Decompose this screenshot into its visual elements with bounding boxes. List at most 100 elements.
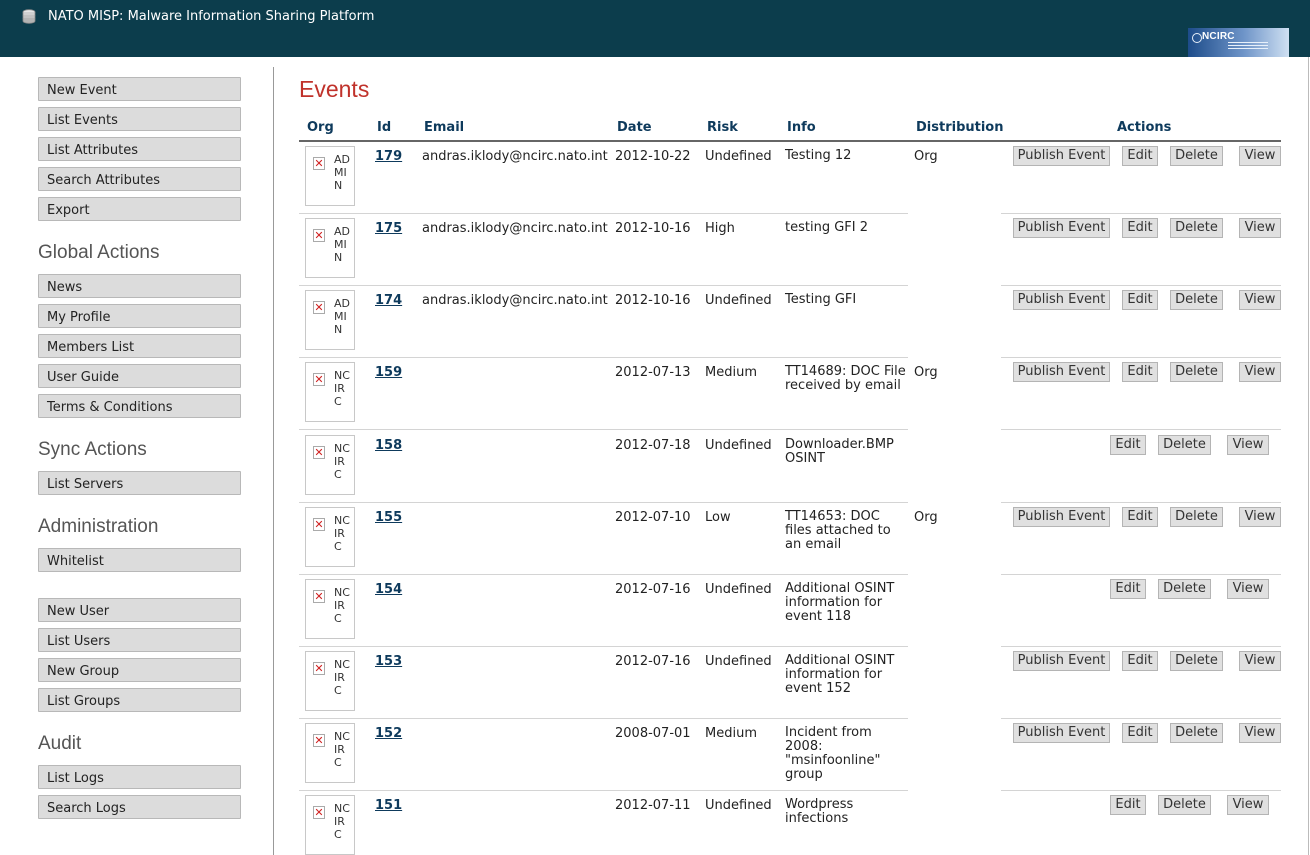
view-button[interactable]: View	[1239, 723, 1281, 743]
sidebar-item-search-attributes[interactable]: Search Attributes	[38, 167, 241, 191]
column-header-distribution[interactable]: Distribution	[916, 120, 1003, 135]
event-date: 2012-10-22	[615, 149, 691, 164]
event-id-link[interactable]: 179	[375, 149, 402, 164]
delete-button[interactable]: Delete	[1170, 290, 1223, 310]
event-risk: Medium	[705, 365, 757, 380]
org-logo: ✕ NCIRC	[305, 507, 355, 567]
publish-event-button[interactable]: Publish Event	[1013, 507, 1110, 527]
event-id-link[interactable]: 175	[375, 221, 402, 236]
event-id-link[interactable]: 153	[375, 654, 402, 669]
event-id-link[interactable]: 155	[375, 510, 402, 525]
view-button[interactable]: View	[1227, 435, 1269, 455]
column-header-risk[interactable]: Risk	[707, 120, 738, 135]
column-header-date[interactable]: Date	[617, 120, 652, 135]
delete-button[interactable]: Delete	[1158, 435, 1211, 455]
edit-button[interactable]: Edit	[1122, 507, 1158, 527]
edit-button[interactable]: Edit	[1110, 579, 1146, 599]
publish-event-button[interactable]: Publish Event	[1013, 723, 1110, 743]
org-name: ADMIN	[334, 297, 350, 336]
sidebar-item-new-user[interactable]: New User	[38, 598, 241, 622]
event-date: 2012-07-10	[615, 510, 691, 525]
event-id-link[interactable]: 152	[375, 726, 402, 741]
publish-event-button[interactable]: Publish Event	[1013, 218, 1110, 238]
sidebar-item-list-users[interactable]: List Users	[38, 628, 241, 652]
event-id-link[interactable]: 154	[375, 582, 402, 597]
delete-button[interactable]: Delete	[1158, 795, 1211, 815]
event-risk: Undefined	[705, 438, 772, 453]
sidebar-item-members-list[interactable]: Members List	[38, 334, 241, 358]
event-date: 2012-07-13	[615, 365, 691, 380]
event-id-link[interactable]: 174	[375, 293, 402, 308]
edit-button[interactable]: Edit	[1122, 723, 1158, 743]
delete-button[interactable]: Delete	[1170, 362, 1223, 382]
edit-button[interactable]: Edit	[1122, 290, 1158, 310]
table-row-separator	[299, 213, 908, 214]
table-row-separator	[1001, 790, 1281, 791]
delete-button[interactable]: Delete	[1170, 218, 1223, 238]
event-info: Testing GFI	[785, 292, 857, 307]
sidebar-item-list-groups[interactable]: List Groups	[38, 688, 241, 712]
view-button[interactable]: View	[1239, 651, 1281, 671]
delete-button[interactable]: Delete	[1158, 579, 1211, 599]
sidebar-item-whitelist[interactable]: Whitelist	[38, 548, 241, 572]
column-header-info[interactable]: Info	[787, 120, 816, 135]
table-row-separator	[299, 285, 908, 286]
table-row-separator	[299, 574, 908, 575]
column-header-email[interactable]: Email	[424, 120, 464, 135]
sidebar-item-list-attributes[interactable]: List Attributes	[38, 137, 241, 161]
view-button[interactable]: View	[1239, 290, 1281, 310]
app-title: NATO MISP: Malware Information Sharing P…	[48, 9, 375, 24]
sidebar-heading-audit: Audit	[38, 733, 82, 754]
edit-button[interactable]: Edit	[1122, 218, 1158, 238]
delete-button[interactable]: Delete	[1170, 507, 1223, 527]
view-button[interactable]: View	[1227, 579, 1269, 599]
sidebar-item-user-guide[interactable]: User Guide	[38, 364, 241, 388]
broken-image-icon: ✕	[313, 229, 325, 242]
view-button[interactable]: View	[1227, 795, 1269, 815]
event-id-link[interactable]: 151	[375, 798, 402, 813]
org-name: NCIRC	[334, 369, 350, 408]
publish-event-button[interactable]: Publish Event	[1013, 362, 1110, 382]
sidebar-item-news[interactable]: News	[38, 274, 241, 298]
sidebar-item-search-logs[interactable]: Search Logs	[38, 795, 241, 819]
publish-event-button[interactable]: Publish Event	[1013, 290, 1110, 310]
org-logo: ✕ NCIRC	[305, 651, 355, 711]
delete-button[interactable]: Delete	[1170, 146, 1223, 166]
edit-button[interactable]: Edit	[1122, 362, 1158, 382]
edit-button[interactable]: Edit	[1122, 146, 1158, 166]
event-id-link[interactable]: 158	[375, 438, 402, 453]
view-button[interactable]: View	[1239, 507, 1281, 527]
broken-image-icon: ✕	[313, 662, 325, 675]
org-name: NCIRC	[334, 586, 350, 625]
event-info: Downloader.BMP OSINT	[785, 437, 894, 466]
broken-image-icon: ✕	[313, 157, 325, 170]
edit-button[interactable]: Edit	[1110, 435, 1146, 455]
publish-event-button[interactable]: Publish Event	[1013, 651, 1110, 671]
delete-button[interactable]: Delete	[1170, 723, 1223, 743]
publish-event-button[interactable]: Publish Event	[1013, 146, 1110, 166]
view-button[interactable]: View	[1239, 146, 1281, 166]
table-row-separator	[1001, 285, 1281, 286]
edit-button[interactable]: Edit	[1110, 795, 1146, 815]
sidebar-item-list-servers[interactable]: List Servers	[38, 471, 241, 495]
column-header-id[interactable]: Id	[377, 120, 391, 135]
event-date: 2008-07-01	[615, 726, 691, 741]
column-header-actions: Actions	[1117, 120, 1172, 135]
event-id-link[interactable]: 159	[375, 365, 402, 380]
view-button[interactable]: View	[1239, 218, 1281, 238]
sidebar-item-list-logs[interactable]: List Logs	[38, 765, 241, 789]
sidebar-item-list-events[interactable]: List Events	[38, 107, 241, 131]
column-header-org[interactable]: Org	[307, 120, 334, 135]
sidebar-item-terms-conditions[interactable]: Terms & Conditions	[38, 394, 241, 418]
sidebar-item-new-group[interactable]: New Group	[38, 658, 241, 682]
page-right-border	[1308, 57, 1309, 855]
view-button[interactable]: View	[1239, 362, 1281, 382]
table-row-separator	[299, 790, 908, 791]
sidebar-item-new-event[interactable]: New Event	[38, 77, 241, 101]
sidebar-item-my-profile[interactable]: My Profile	[38, 304, 241, 328]
event-info: Testing 12	[785, 148, 852, 163]
top-bar: NATO MISP: Malware Information Sharing P…	[0, 0, 1310, 57]
sidebar-item-export[interactable]: Export	[38, 197, 241, 221]
delete-button[interactable]: Delete	[1170, 651, 1223, 671]
edit-button[interactable]: Edit	[1122, 651, 1158, 671]
